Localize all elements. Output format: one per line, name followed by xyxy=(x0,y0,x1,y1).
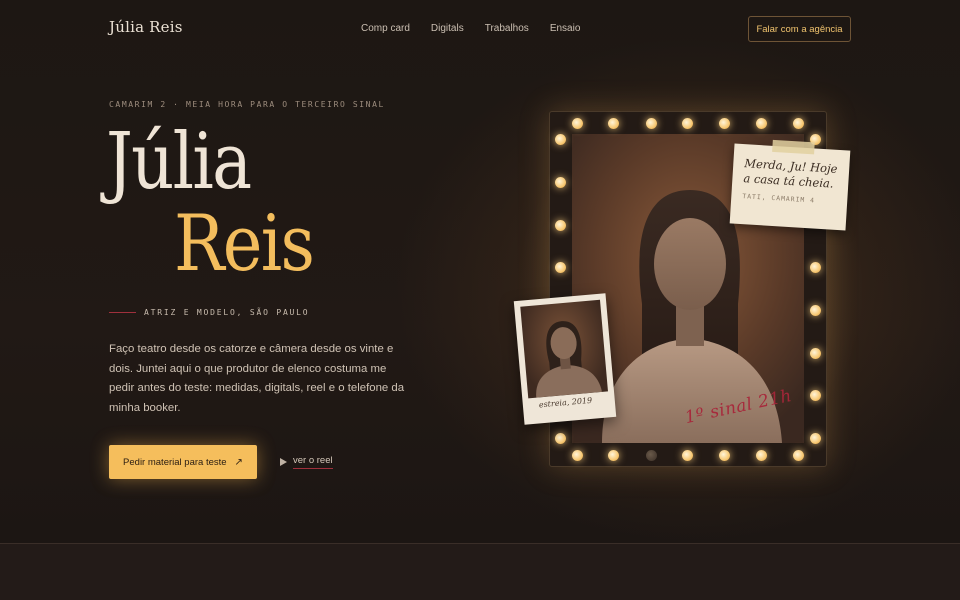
polaroid-photo: estreia, 2019 xyxy=(513,293,617,425)
mirror-bulb-off xyxy=(646,450,657,461)
nav-trabalhos[interactable]: Trabalhos xyxy=(485,23,529,34)
watch-reel-link[interactable]: ver o reel xyxy=(280,455,333,469)
request-material-button[interactable]: Pedir material para teste ↗ xyxy=(109,445,257,479)
mirror-bulb xyxy=(756,118,767,129)
mirror-bulb xyxy=(719,450,730,461)
cta-label: Pedir material para teste xyxy=(123,456,227,468)
polaroid-silhouette xyxy=(536,321,603,398)
mirror-bulb xyxy=(719,118,730,129)
mirror-bulb xyxy=(572,450,583,461)
mirror-bulb xyxy=(608,118,619,129)
mirror-bulb xyxy=(555,177,566,188)
eyebrow-text: CAMARIM 2 · MEIA HORA PARA O TERCEIRO SI… xyxy=(109,100,385,109)
play-icon xyxy=(280,458,287,466)
mirror-bulb xyxy=(793,118,804,129)
note-signature: TATI, CAMARIM 4 xyxy=(742,192,816,205)
mirror-bulb xyxy=(810,433,821,444)
mirror-bulb xyxy=(810,348,821,359)
nav-comp-card[interactable]: Comp card xyxy=(361,23,410,34)
mirror-bulb xyxy=(756,450,767,461)
hero-last-name: Reis xyxy=(174,199,315,289)
role-divider xyxy=(109,312,136,313)
mirror-bulb xyxy=(555,134,566,145)
sticky-note: Merda, Ju! Hoje a casa tá cheia. TATI, C… xyxy=(729,139,851,231)
reel-label: ver o reel xyxy=(293,455,333,469)
arrow-up-right-icon: ↗ xyxy=(234,456,243,468)
next-section-edge xyxy=(0,543,960,600)
polaroid-image xyxy=(520,299,608,399)
hero-section: Júlia Reis Comp card Digitals Trabalhos … xyxy=(0,0,960,543)
mirror-bulb xyxy=(555,433,566,444)
mirror-bulb xyxy=(810,262,821,273)
mirror-bulb xyxy=(555,262,566,273)
brand-logo[interactable]: Júlia Reis xyxy=(109,18,183,36)
tape-strip xyxy=(772,139,815,155)
mirror-bulb xyxy=(682,118,693,129)
mirror-bulb xyxy=(555,220,566,231)
nav-ensaio[interactable]: Ensaio xyxy=(550,23,581,34)
mirror-bulb xyxy=(646,118,657,129)
note-message: Merda, Ju! Hoje a casa tá cheia. xyxy=(743,156,838,191)
role-text: ATRIZ E MODELO, SÃO PAULO xyxy=(144,308,310,317)
mirror-bulb xyxy=(810,390,821,401)
hero-first-name: Júlia xyxy=(106,117,252,207)
mirror-bulb xyxy=(572,118,583,129)
mirror-bulb xyxy=(810,305,821,316)
mirror-bulb xyxy=(793,450,804,461)
contact-agency-button[interactable]: Falar com a agência xyxy=(748,16,851,42)
mirror-bulb xyxy=(682,450,693,461)
nav-digitals[interactable]: Digitals xyxy=(431,23,464,34)
intro-paragraph: Faço teatro desde os catorze e câmera de… xyxy=(109,343,405,414)
mirror-bulb xyxy=(608,450,619,461)
main-nav: Comp card Digitals Trabalhos Ensaio xyxy=(361,23,601,34)
